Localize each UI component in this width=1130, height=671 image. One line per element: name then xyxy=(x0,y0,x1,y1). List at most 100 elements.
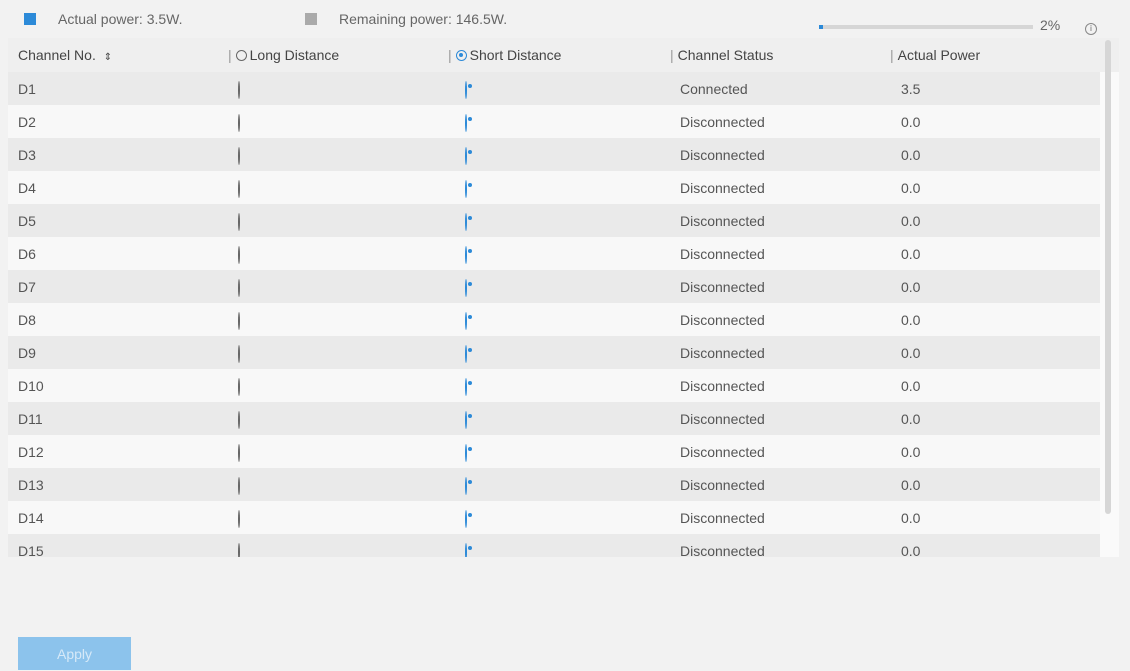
long-distance-radio[interactable] xyxy=(238,81,240,99)
actual-power-value: 0.0 xyxy=(901,147,921,163)
power-summary-bar: Actual power: 3.5W. Remaining power: 146… xyxy=(0,0,1130,36)
channel-status: Disconnected xyxy=(680,312,765,328)
power-usage-percent: 2% xyxy=(1040,17,1061,33)
channel-status: Disconnected xyxy=(680,147,765,163)
channel-number: D9 xyxy=(18,345,36,361)
channel-number: D15 xyxy=(18,543,44,557)
table-row[interactable]: D9 Disconnected 0.0 xyxy=(8,336,1100,369)
actual-power-value: 0.0 xyxy=(901,312,921,328)
channel-status: Disconnected xyxy=(680,444,765,460)
power-usage-progress xyxy=(819,25,1033,29)
long-distance-radio[interactable] xyxy=(238,444,240,462)
short-distance-radio[interactable] xyxy=(465,180,467,198)
long-distance-radio[interactable] xyxy=(238,114,240,132)
actual-power-swatch xyxy=(24,13,36,25)
table-row[interactable]: D15 Disconnected 0.0 xyxy=(8,534,1100,557)
short-distance-radio[interactable] xyxy=(465,543,467,557)
table-header: Channel No. ⇕ | Long Distance | Short Dist… xyxy=(8,38,1119,72)
apply-button[interactable]: Apply xyxy=(18,637,131,670)
actual-power-value: 0.0 xyxy=(901,378,921,394)
power-usage-fill xyxy=(819,25,824,29)
info-icon[interactable]: i xyxy=(1085,23,1097,35)
channel-number: D3 xyxy=(18,147,36,163)
actual-power-value: 0.0 xyxy=(901,444,921,460)
channel-status: Disconnected xyxy=(680,510,765,526)
remaining-power-legend: Remaining power: 146.5W. xyxy=(305,11,507,27)
table-row[interactable]: D14 Disconnected 0.0 xyxy=(8,501,1100,534)
long-distance-radio[interactable] xyxy=(238,345,240,363)
column-header-power: | Actual Power xyxy=(890,47,981,63)
channel-status: Disconnected xyxy=(680,477,765,493)
table-row[interactable]: D2 Disconnected 0.0 xyxy=(8,105,1100,138)
long-distance-radio[interactable] xyxy=(238,543,240,557)
actual-power-value: 0.0 xyxy=(901,114,921,130)
long-distance-radio[interactable] xyxy=(238,411,240,429)
long-distance-radio[interactable] xyxy=(238,510,240,528)
long-distance-select-all-radio[interactable] xyxy=(235,50,247,61)
short-distance-radio[interactable] xyxy=(465,444,467,462)
actual-power-value: 0.0 xyxy=(901,411,921,427)
short-distance-radio[interactable] xyxy=(465,279,467,297)
long-distance-radio[interactable] xyxy=(238,477,240,495)
column-header-channel[interactable]: Channel No. ⇕ xyxy=(18,47,112,63)
channel-status: Disconnected xyxy=(680,114,765,130)
long-distance-radio[interactable] xyxy=(238,180,240,198)
long-distance-radio[interactable] xyxy=(238,246,240,264)
column-header-short-distance[interactable]: | Short Distance xyxy=(448,47,561,63)
channel-number: D2 xyxy=(18,114,36,130)
remaining-power-text: Remaining power: 146.5W. xyxy=(339,11,508,27)
long-distance-radio[interactable] xyxy=(238,312,240,330)
channel-status: Disconnected xyxy=(680,180,765,196)
table-row[interactable]: D10 Disconnected 0.0 xyxy=(8,369,1100,402)
channel-status: Disconnected xyxy=(680,378,765,394)
actual-power-value: 0.0 xyxy=(901,345,921,361)
table-row[interactable]: D1 Connected 3.5 xyxy=(8,72,1100,105)
short-distance-radio[interactable] xyxy=(465,114,467,132)
short-distance-radio[interactable] xyxy=(465,246,467,264)
short-distance-radio[interactable] xyxy=(465,81,467,99)
long-distance-radio[interactable] xyxy=(238,147,240,165)
long-distance-radio[interactable] xyxy=(238,213,240,231)
actual-power-value: 0.0 xyxy=(901,510,921,526)
table-row[interactable]: D8 Disconnected 0.0 xyxy=(8,303,1100,336)
short-distance-radio[interactable] xyxy=(465,411,467,429)
sort-icon[interactable]: ⇕ xyxy=(104,52,112,63)
table-row[interactable]: D5 Disconnected 0.0 xyxy=(8,204,1100,237)
actual-power-value: 0.0 xyxy=(901,279,921,295)
actual-power-value: 0.0 xyxy=(901,543,921,557)
short-distance-select-all-radio[interactable] xyxy=(455,50,467,61)
column-header-long-distance[interactable]: | Long Distance xyxy=(228,47,339,63)
short-distance-radio[interactable] xyxy=(465,147,467,165)
channel-number: D12 xyxy=(18,444,44,460)
channel-number: D6 xyxy=(18,246,36,262)
long-distance-radio[interactable] xyxy=(238,279,240,297)
table-row[interactable]: D11 Disconnected 0.0 xyxy=(8,402,1100,435)
remaining-power-swatch xyxy=(305,13,317,25)
short-distance-radio[interactable] xyxy=(465,345,467,363)
short-distance-radio[interactable] xyxy=(465,312,467,330)
table-row[interactable]: D12 Disconnected 0.0 xyxy=(8,435,1100,468)
table-row[interactable]: D3 Disconnected 0.0 xyxy=(8,138,1100,171)
channel-number: D11 xyxy=(18,411,43,427)
table-row[interactable]: D7 Disconnected 0.0 xyxy=(8,270,1100,303)
channel-status: Disconnected xyxy=(680,246,765,262)
channel-status: Disconnected xyxy=(680,345,765,361)
short-distance-radio[interactable] xyxy=(465,213,467,231)
table-row[interactable]: D13 Disconnected 0.0 xyxy=(8,468,1100,501)
table-body: D1 Connected 3.5 D2 Disconnected 0.0 D3 Disconn… xyxy=(8,72,1100,557)
long-distance-radio[interactable] xyxy=(238,378,240,396)
channel-status: Connected xyxy=(680,81,748,97)
table-row[interactable]: D6 Disconnected 0.0 xyxy=(8,237,1100,270)
poe-channel-table: Channel No. ⇕ | Long Distance | Short Dist… xyxy=(8,38,1119,557)
short-distance-radio[interactable] xyxy=(465,510,467,528)
channel-status: Disconnected xyxy=(680,279,765,295)
actual-power-value: 0.0 xyxy=(901,246,921,262)
channel-number: D4 xyxy=(18,180,36,196)
short-distance-radio[interactable] xyxy=(465,378,467,396)
column-header-status: | Channel Status xyxy=(670,47,774,63)
vertical-scrollbar[interactable] xyxy=(1105,40,1111,514)
table-row[interactable]: D4 Disconnected 0.0 xyxy=(8,171,1100,204)
short-distance-radio[interactable] xyxy=(465,477,467,495)
actual-power-legend: Actual power: 3.5W. xyxy=(24,11,183,27)
channel-status: Disconnected xyxy=(680,411,765,427)
